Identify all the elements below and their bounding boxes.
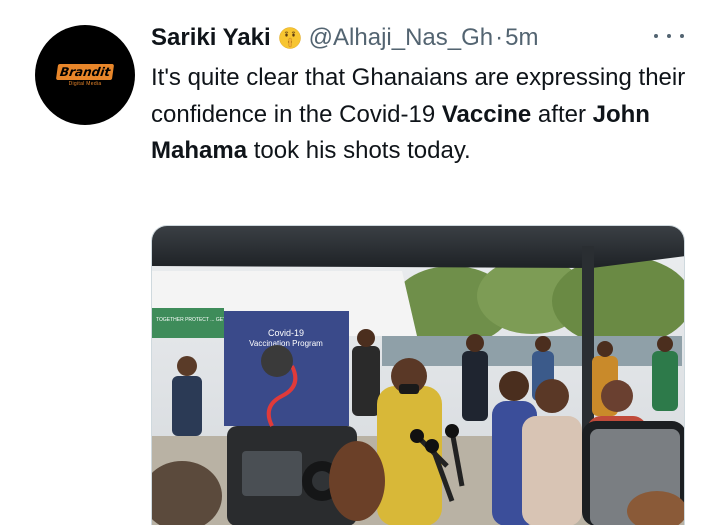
tweet-text-part2: after <box>531 100 593 128</box>
more-dot <box>680 34 684 38</box>
tweet-timestamp[interactable]: 5m <box>505 24 538 52</box>
brandit-logo: Brandit <box>55 63 115 80</box>
separator-dot: · <box>495 24 504 51</box>
more-dot <box>654 34 658 38</box>
tweet-photo[interactable]: TOGETHER PROTECT ... GET VACCINATED Covi… <box>151 225 685 525</box>
display-name[interactable]: Sariki Yaki <box>151 24 271 52</box>
avatar[interactable]: Brandit Digital Media <box>35 25 135 125</box>
tweet[interactable]: Brandit Digital Media Sariki Yaki @Alhaj… <box>0 0 720 525</box>
banner-subtitle: Vaccination Program <box>249 339 323 348</box>
more-dot <box>667 34 671 38</box>
user-handle[interactable]: @Alhaji_Nas_Gh <box>309 24 493 52</box>
photo-scene: TOGETHER PROTECT ... GET VACCINATED Covi… <box>152 226 684 525</box>
shushing-face-emoji-icon <box>278 27 301 49</box>
tweet-text-part3: took his shots today. <box>247 137 471 164</box>
more-options-icon[interactable] <box>654 28 684 44</box>
tweet-text: It's quite clear that Ghanaians are expr… <box>151 60 691 170</box>
brandit-logo-subtext: Digital Media <box>68 80 102 87</box>
tweet-header: Sariki Yaki @Alhaji_Nas_Gh · 5m <box>151 20 538 56</box>
tweet-text-bold-vaccine: Vaccine <box>441 100 532 128</box>
banner-title: Covid-19 <box>268 328 304 338</box>
